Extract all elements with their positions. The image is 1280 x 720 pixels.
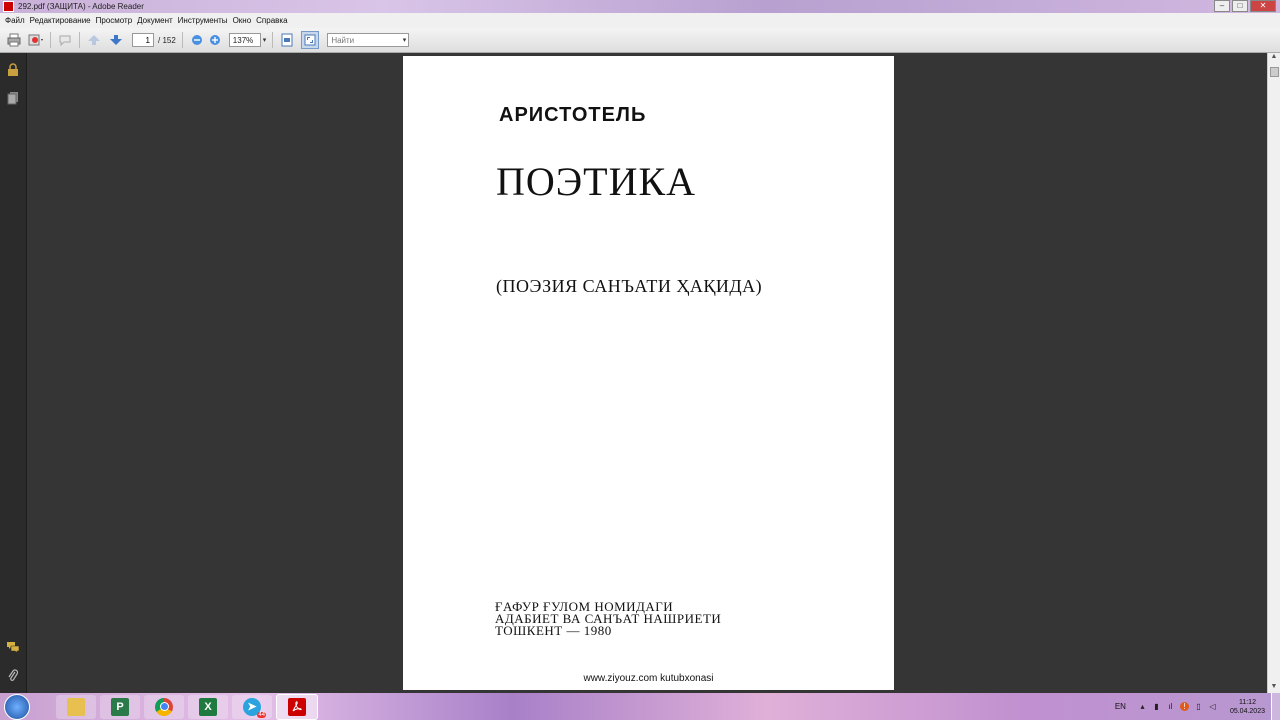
scroll-thumb[interactable] [1270, 67, 1279, 77]
book-subtitle: (ПОЭЗИЯ САНЪАТИ ҲАҚИДА) [496, 276, 763, 296]
menu-window[interactable]: Окно [233, 16, 252, 25]
scroll-up-icon[interactable]: ▲ [1268, 53, 1280, 63]
start-button[interactable] [4, 693, 30, 720]
window-controls: – □ ✕ [1212, 0, 1276, 12]
clock-date: 05.04.2023 [1229, 707, 1265, 715]
chrome-icon [155, 697, 173, 716]
toolbar-separator [272, 32, 274, 48]
publisher-info: ҒАФУР ҒУЛОМ НОМИДАГИ АДАБИЕТ ВА САНЪАТ Н… [495, 600, 721, 638]
comments-icon[interactable] [6, 641, 20, 655]
book-author: АРИСТОТЕЛЬ [499, 104, 647, 126]
taskbar-explorer[interactable] [56, 694, 96, 719]
fit-page-icon[interactable] [279, 32, 295, 48]
pages-icon[interactable] [6, 91, 20, 105]
toolbar: 1 / 152 137% ▾ Найти [0, 28, 1280, 53]
publisher-line: ТОШКЕНТ — 1980 [495, 623, 612, 638]
show-hidden-icons-icon[interactable]: ▴ [1138, 702, 1147, 711]
print-icon[interactable] [6, 32, 22, 48]
close-button[interactable]: ✕ [1250, 0, 1276, 12]
project-icon: P [111, 697, 129, 716]
toolbar-separator [50, 32, 51, 48]
full-screen-icon[interactable] [301, 31, 320, 49]
share-icon[interactable] [28, 32, 44, 48]
system-tray: EN ▴ ▮ ıl ! ▯ ◁ 11:12 05.04.2023 [1115, 693, 1280, 720]
signal-icon[interactable]: ıl [1166, 702, 1175, 711]
menu-file[interactable]: Файл [5, 16, 25, 25]
taskbar-excel[interactable]: X [188, 694, 228, 719]
minimize-button[interactable]: – [1214, 0, 1230, 12]
comment-icon[interactable] [57, 32, 73, 48]
source-footer: www.ziyouz.com kutubxonasi [583, 673, 714, 684]
language-indicator[interactable]: EN [1115, 702, 1126, 711]
toolbar-separator [79, 32, 80, 48]
taskbar-project[interactable]: P [100, 694, 140, 719]
page-number-input[interactable]: 1 [132, 33, 154, 47]
taskbar-telegram[interactable]: ➤ 44 [232, 694, 272, 719]
menu-document[interactable]: Документ [137, 16, 173, 25]
title-bar: 292.pdf (ЗАЩИТА) - Adobe Reader – □ ✕ [0, 0, 1280, 13]
find-input[interactable]: Найти [327, 33, 410, 48]
page-total: / 152 [158, 35, 176, 45]
pdf-page: АРИСТОТЕЛЬ ПОЭТИКА (ПОЭЗИЯ САНЪАТИ ҲАҚИД… [403, 56, 894, 690]
vertical-scrollbar[interactable]: ▲ ▼ [1267, 53, 1280, 693]
menu-bar: Файл Редактирование Просмотр Документ Ин… [0, 13, 1280, 29]
book-title: ПОЭТИКА [496, 159, 697, 204]
next-page-icon[interactable] [108, 32, 124, 48]
network-icon[interactable]: ▮ [1152, 702, 1161, 711]
maximize-button[interactable]: □ [1232, 0, 1248, 12]
menu-help[interactable]: Справка [256, 16, 287, 25]
volume-icon[interactable]: ◁ [1208, 702, 1217, 711]
zoom-dropdown-icon[interactable]: ▾ [263, 36, 267, 44]
menu-edit[interactable]: Редактирование [30, 16, 91, 25]
taskbar-chrome[interactable] [144, 694, 184, 719]
battery-icon[interactable]: ▯ [1194, 702, 1203, 711]
navigation-pane [0, 53, 27, 693]
scroll-down-icon[interactable]: ▼ [1268, 683, 1280, 693]
lock-icon[interactable] [6, 63, 20, 77]
toolbar-separator [181, 32, 183, 48]
zoom-out-icon[interactable] [189, 32, 205, 48]
zoom-level-input[interactable]: 137% [228, 33, 261, 47]
zoom-in-icon[interactable] [207, 32, 223, 48]
prev-page-icon[interactable] [86, 32, 102, 48]
window-title: 292.pdf (ЗАЩИТА) - Adobe Reader [18, 2, 144, 11]
excel-icon: X [199, 697, 217, 716]
adobe-reader-icon [288, 697, 306, 716]
show-desktop-button[interactable] [1271, 693, 1280, 720]
attachments-icon[interactable] [6, 669, 20, 683]
menu-tools[interactable]: Инструменты [178, 16, 228, 25]
folder-icon [67, 697, 85, 716]
update-icon[interactable]: ! [1179, 702, 1189, 711]
adobe-reader-app-icon [3, 1, 14, 12]
clock[interactable]: 11:12 05.04.2023 [1230, 698, 1265, 716]
clock-time: 11:12 [1238, 698, 1256, 706]
telegram-badge: 44 [257, 711, 266, 718]
taskbar-adobe-reader[interactable] [276, 693, 318, 720]
menu-view[interactable]: Просмотр [96, 16, 133, 25]
taskbar: P X ➤ 44 EN ▴ ▮ ıl ! ▯ ◁ 11:12 05.04.202… [0, 693, 1280, 720]
